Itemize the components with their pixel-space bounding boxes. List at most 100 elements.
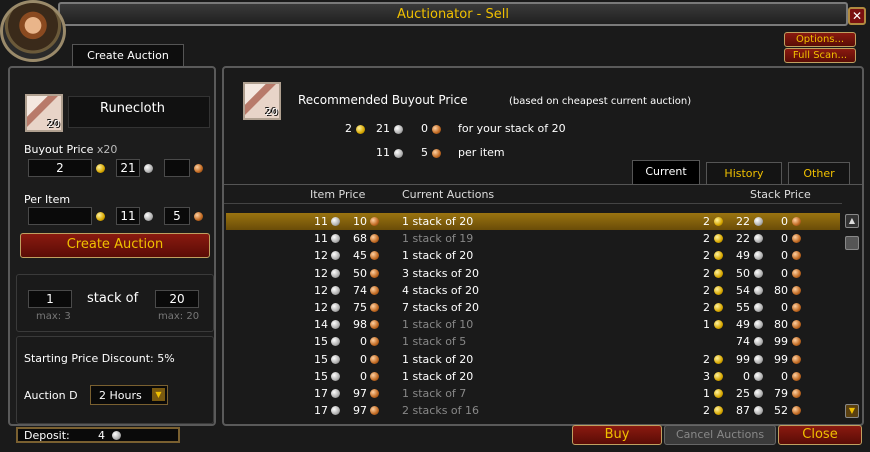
cancel-auctions-button[interactable]: Cancel Auctions bbox=[664, 425, 776, 445]
gold-coin-icon bbox=[356, 125, 365, 134]
gold-coin-icon bbox=[714, 303, 723, 312]
copper-coin-icon bbox=[370, 406, 379, 416]
stack-count-input[interactable]: 1 bbox=[28, 290, 72, 308]
table-row[interactable]: 12 75 7 stacks of 20 2 55 0 bbox=[226, 299, 840, 316]
copper-coin-icon bbox=[370, 303, 379, 312]
item-price-copper: 45 bbox=[353, 249, 367, 263]
scroll-down-icon[interactable]: ▼ bbox=[845, 404, 859, 418]
create-auction-button[interactable]: Create Auction bbox=[20, 233, 210, 258]
recommend-item-silver: 11 bbox=[376, 146, 390, 159]
stack-price-copper: 0 bbox=[781, 301, 788, 314]
col-stack-price[interactable]: Stack Price bbox=[750, 188, 811, 201]
stack-price-copper: 0 bbox=[781, 369, 788, 383]
stack-price-copper: 0 bbox=[781, 266, 788, 280]
recommend-item-copper: 5 bbox=[421, 146, 428, 159]
table-row[interactable]: 12 45 1 stack of 20 2 49 0 bbox=[226, 247, 840, 264]
close-button[interactable]: Close bbox=[778, 425, 862, 445]
silver-coin-icon bbox=[331, 268, 340, 278]
duration-dropdown[interactable]: 2 Hours ▼ bbox=[90, 385, 168, 405]
stack-price-silver: 25 bbox=[736, 387, 750, 400]
auction-description: 3 stacks of 20 bbox=[402, 266, 480, 280]
item-price-silver: 11 bbox=[314, 215, 328, 228]
stack-price-gold: 2 bbox=[703, 301, 710, 314]
buyout-mult: x20 bbox=[96, 143, 118, 156]
table-row[interactable]: 17 97 2 stacks of 16 2 87 52 bbox=[226, 402, 840, 419]
tab-current[interactable]: Current bbox=[632, 160, 700, 184]
stack-price-copper: 0 bbox=[781, 232, 788, 246]
table-row[interactable]: 11 10 1 stack of 20 2 22 0 bbox=[226, 213, 840, 230]
copper-coin-icon bbox=[792, 285, 801, 295]
item-price-silver: 11 bbox=[314, 232, 328, 246]
buy-button[interactable]: Buy bbox=[572, 425, 662, 445]
stack-size-input[interactable]: 20 bbox=[155, 290, 199, 308]
item-price-silver: 14 bbox=[314, 318, 328, 332]
item-price-copper: 97 bbox=[353, 404, 367, 418]
gold-coin-icon bbox=[714, 217, 723, 226]
full-scan-button[interactable]: Full Scan... bbox=[784, 48, 856, 63]
item-price-copper: 98 bbox=[353, 318, 367, 332]
silver-coin-icon bbox=[754, 354, 763, 364]
tab-create-auction[interactable]: Create Auction bbox=[72, 44, 184, 67]
scroll-thumb[interactable] bbox=[845, 236, 859, 250]
gold-coin-icon bbox=[714, 251, 723, 261]
col-item-price[interactable]: Item Price bbox=[310, 188, 365, 201]
copper-coin-icon bbox=[370, 337, 379, 347]
copper-coin-icon bbox=[370, 251, 379, 261]
recommend-stack-count: 20 bbox=[265, 107, 278, 118]
stack-price-gold: 2 bbox=[703, 404, 710, 418]
table-row[interactable]: 12 74 4 stacks of 20 2 54 80 bbox=[226, 282, 840, 299]
buyout-gold-input[interactable]: 2 bbox=[28, 159, 92, 177]
item-stack-count: 20 bbox=[47, 119, 60, 130]
item-price-silver: 12 bbox=[314, 283, 328, 297]
item-icon[interactable]: 20 bbox=[25, 94, 63, 132]
silver-coin-icon bbox=[331, 406, 340, 416]
item-price-copper: 75 bbox=[353, 301, 367, 314]
copper-coin-icon bbox=[792, 268, 801, 278]
title-bar[interactable]: Auctionator - Sell bbox=[58, 2, 848, 26]
tab-other[interactable]: Other bbox=[788, 162, 850, 184]
auction-description: 1 stack of 20 bbox=[402, 369, 474, 383]
table-row[interactable]: 14 98 1 stack of 10 1 49 80 bbox=[226, 316, 840, 333]
table-row[interactable]: 15 0 1 stack of 5 74 99 bbox=[226, 333, 840, 350]
buyout-copper-input[interactable] bbox=[164, 159, 190, 177]
silver-coin-icon bbox=[754, 234, 763, 244]
table-row[interactable]: 15 0 1 stack of 20 2 99 99 bbox=[226, 351, 840, 368]
buyout-label-text: Buyout Price bbox=[24, 143, 94, 156]
stack-price-gold: 1 bbox=[703, 318, 710, 332]
tab-history[interactable]: History bbox=[706, 162, 782, 184]
silver-coin-icon bbox=[394, 149, 403, 158]
silver-coin-icon bbox=[754, 285, 763, 295]
per-item-copper-input[interactable]: 5 bbox=[164, 207, 190, 225]
gold-coin-icon bbox=[714, 389, 723, 398]
table-row[interactable]: 15 0 1 stack of 20 3 0 0 bbox=[226, 368, 840, 385]
scroll-up-icon[interactable]: ▲ bbox=[845, 214, 859, 228]
silver-coin-icon bbox=[754, 217, 763, 226]
table-row[interactable]: 11 68 1 stack of 19 2 22 0 bbox=[226, 230, 840, 247]
silver-coin-icon bbox=[331, 217, 340, 226]
gold-coin-icon bbox=[714, 371, 723, 381]
buyout-silver-input[interactable]: 21 bbox=[116, 159, 140, 177]
item-price-copper: 68 bbox=[353, 232, 367, 246]
silver-coin-icon bbox=[331, 371, 340, 381]
max-stacks: max: 3 bbox=[36, 311, 71, 322]
item-price-silver: 15 bbox=[314, 352, 328, 366]
per-item-gold-input[interactable] bbox=[28, 207, 92, 225]
scrollbar[interactable]: ▲ ▼ bbox=[844, 212, 860, 420]
stack-price-gold: 3 bbox=[703, 369, 710, 383]
close-icon[interactable]: ✕ bbox=[848, 7, 866, 25]
col-current-auctions[interactable]: Current Auctions bbox=[402, 188, 494, 201]
item-price-silver: 15 bbox=[314, 369, 328, 383]
max-stack-size: max: 20 bbox=[158, 311, 200, 322]
options-button[interactable]: Options... bbox=[784, 32, 856, 47]
silver-coin-icon bbox=[331, 320, 340, 330]
chevron-down-icon[interactable]: ▼ bbox=[152, 388, 165, 401]
copper-coin-icon bbox=[370, 354, 379, 364]
per-item-silver-input[interactable]: 11 bbox=[116, 207, 140, 225]
item-price-silver: 12 bbox=[314, 301, 328, 314]
gold-coin-icon bbox=[714, 320, 723, 330]
stack-price-silver: 55 bbox=[736, 301, 750, 314]
table-row[interactable]: 12 50 3 stacks of 20 2 50 0 bbox=[226, 265, 840, 282]
copper-coin-icon bbox=[194, 212, 203, 221]
stack-price-copper: 0 bbox=[781, 215, 788, 228]
table-row[interactable]: 17 97 1 stack of 7 1 25 79 bbox=[226, 385, 840, 402]
